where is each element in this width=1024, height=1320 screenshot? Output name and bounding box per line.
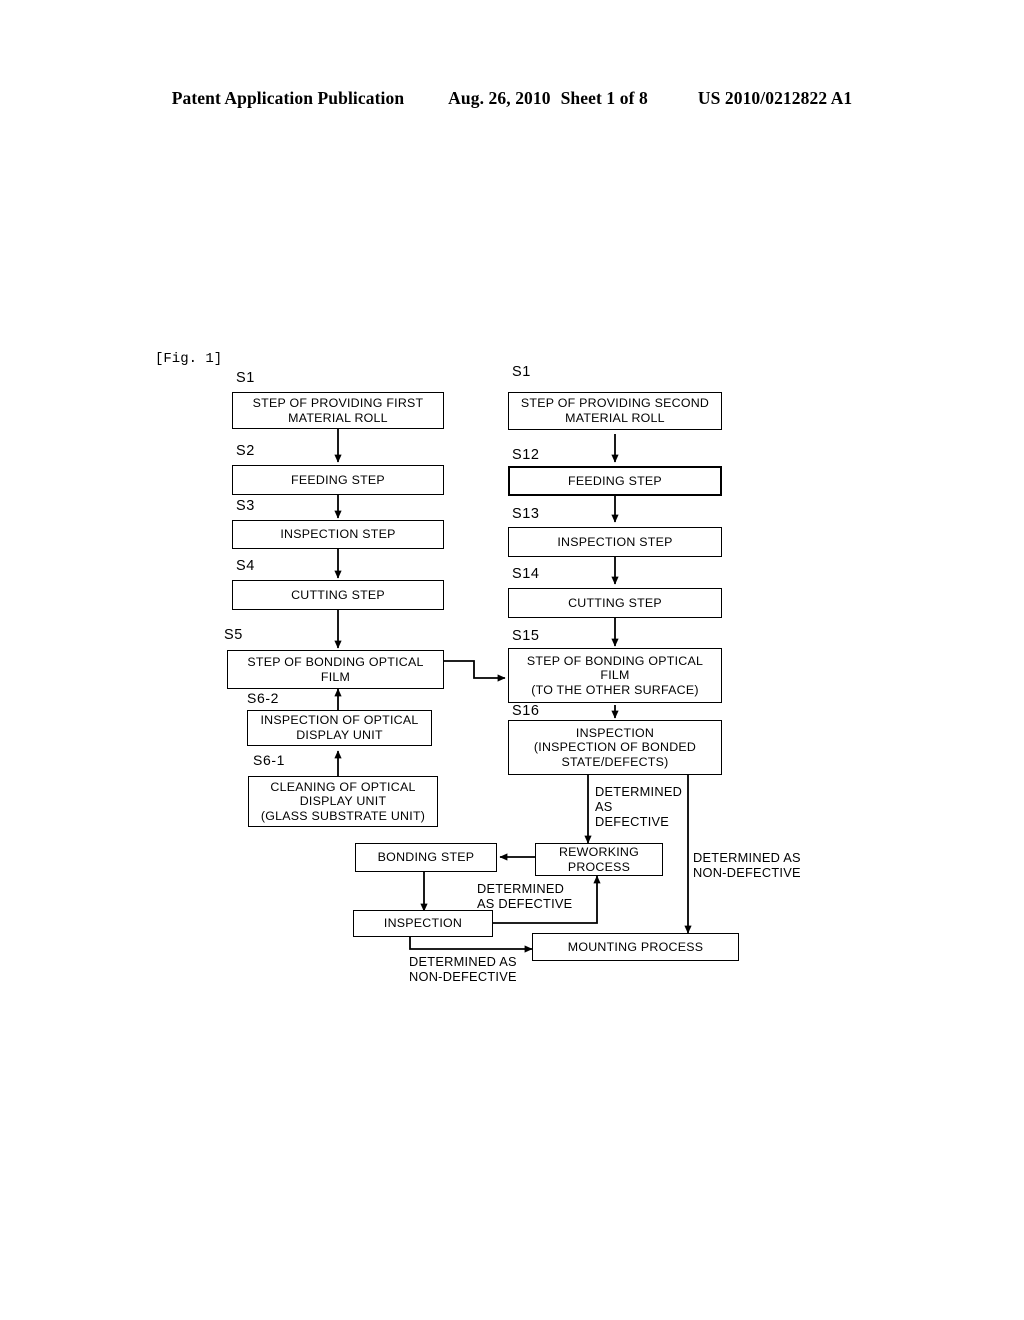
node-label: MOUNTING PROCESS	[567, 939, 704, 954]
node-label: STEP OF BONDING OPTICAL FILM	[247, 654, 424, 684]
node-label: CUTTING STEP	[291, 587, 385, 602]
node-bonding-step[interactable]: BONDING STEP	[355, 843, 497, 872]
publication-number: US 2010/0212822 A1	[697, 88, 853, 108]
sheet-number: Sheet 1 of 8	[560, 88, 648, 108]
step-id-s5: S5	[224, 627, 243, 643]
node-inspection-lower[interactable]: INSPECTION	[353, 910, 493, 937]
node-step-of-providing-first-material-roll[interactable]: STEP OF PROVIDING FIRST MATERIAL ROLL	[232, 392, 444, 429]
node-label: CUTTING STEP	[568, 595, 662, 610]
figure-label: [Fig. 1]	[155, 351, 223, 367]
node-label: FEEDING STEP	[568, 473, 662, 488]
step-id-s3: S3	[236, 498, 255, 514]
step-id-s14: S14	[512, 566, 540, 582]
step-id-s6-2: S6-2	[247, 690, 279, 706]
node-label: STEP OF BONDING OPTICAL FILM (TO THE OTH…	[526, 653, 704, 697]
annotation-determined-as-defective-inspection: DETERMINED AS DEFECTIVE	[477, 881, 573, 912]
node-mounting-process[interactable]: MOUNTING PROCESS	[532, 933, 739, 961]
node-label: INSPECTION STEP	[280, 527, 396, 542]
node-label: STEP OF PROVIDING FIRST MATERIAL ROLL	[252, 395, 424, 425]
node-label: INSPECTION STEP	[557, 534, 673, 549]
node-feeding-step-left[interactable]: FEEDING STEP	[232, 465, 444, 495]
node-inspection-step-left[interactable]: INSPECTION STEP	[232, 520, 444, 549]
node-cleaning-of-optical-display-unit[interactable]: CLEANING OF OPTICAL DISPLAY UNIT (GLASS …	[248, 776, 438, 827]
node-label: REWORKING PROCESS	[558, 844, 640, 874]
publication-title: Patent Application Publication	[171, 88, 405, 108]
step-id-s1-left: S1	[236, 370, 255, 386]
node-label: INSPECTION	[383, 916, 463, 931]
node-reworking-process[interactable]: REWORKING PROCESS	[535, 843, 663, 876]
page-header: Patent Application Publication Aug. 26, …	[0, 88, 1024, 116]
node-step-of-bonding-optical-film-left[interactable]: STEP OF BONDING OPTICAL FILM	[227, 650, 444, 689]
node-step-of-bonding-optical-film-other-surface[interactable]: STEP OF BONDING OPTICAL FILM (TO THE OTH…	[508, 648, 722, 703]
node-inspection-step-right[interactable]: INSPECTION STEP	[508, 527, 722, 557]
node-label: STEP OF PROVIDING SECOND MATERIAL ROLL	[520, 396, 710, 425]
step-id-s6-1: S6-1	[253, 752, 285, 768]
step-id-s16: S16	[512, 703, 540, 719]
node-step-of-providing-second-material-roll[interactable]: STEP OF PROVIDING SECOND MATERIAL ROLL	[508, 392, 722, 430]
node-inspection-bonded-state-defects[interactable]: INSPECTION (INSPECTION OF BONDED STATE/D…	[508, 720, 722, 775]
node-label: INSPECTION OF OPTICAL DISPLAY UNIT	[260, 713, 419, 742]
node-label: FEEDING STEP	[291, 472, 385, 487]
annotation-determined-as-defective-s16: DETERMINED AS DEFECTIVE	[595, 784, 683, 830]
publication-date: Aug. 26, 2010	[448, 88, 551, 108]
step-id-s2: S2	[236, 443, 255, 459]
step-id-s4: S4	[236, 558, 255, 574]
node-label: INSPECTION (INSPECTION OF BONDED STATE/D…	[533, 725, 697, 769]
node-cutting-step-left[interactable]: CUTTING STEP	[232, 580, 444, 610]
step-id-s12: S12	[512, 447, 540, 463]
step-id-s1-right: S1	[512, 364, 531, 380]
node-cutting-step-right[interactable]: CUTTING STEP	[508, 588, 722, 618]
node-inspection-of-optical-display-unit[interactable]: INSPECTION OF OPTICAL DISPLAY UNIT	[247, 710, 432, 746]
node-label: CLEANING OF OPTICAL DISPLAY UNIT (GLASS …	[260, 779, 426, 823]
node-label: BONDING STEP	[377, 850, 475, 865]
step-id-s15: S15	[512, 628, 540, 644]
node-feeding-step-right[interactable]: FEEDING STEP	[508, 466, 722, 496]
step-id-s13: S13	[512, 506, 540, 522]
annotation-determined-as-non-defective-s16: DETERMINED AS NON-DEFECTIVE	[693, 850, 801, 881]
annotation-determined-as-non-defective-inspection: DETERMINED AS NON-DEFECTIVE	[409, 954, 517, 985]
